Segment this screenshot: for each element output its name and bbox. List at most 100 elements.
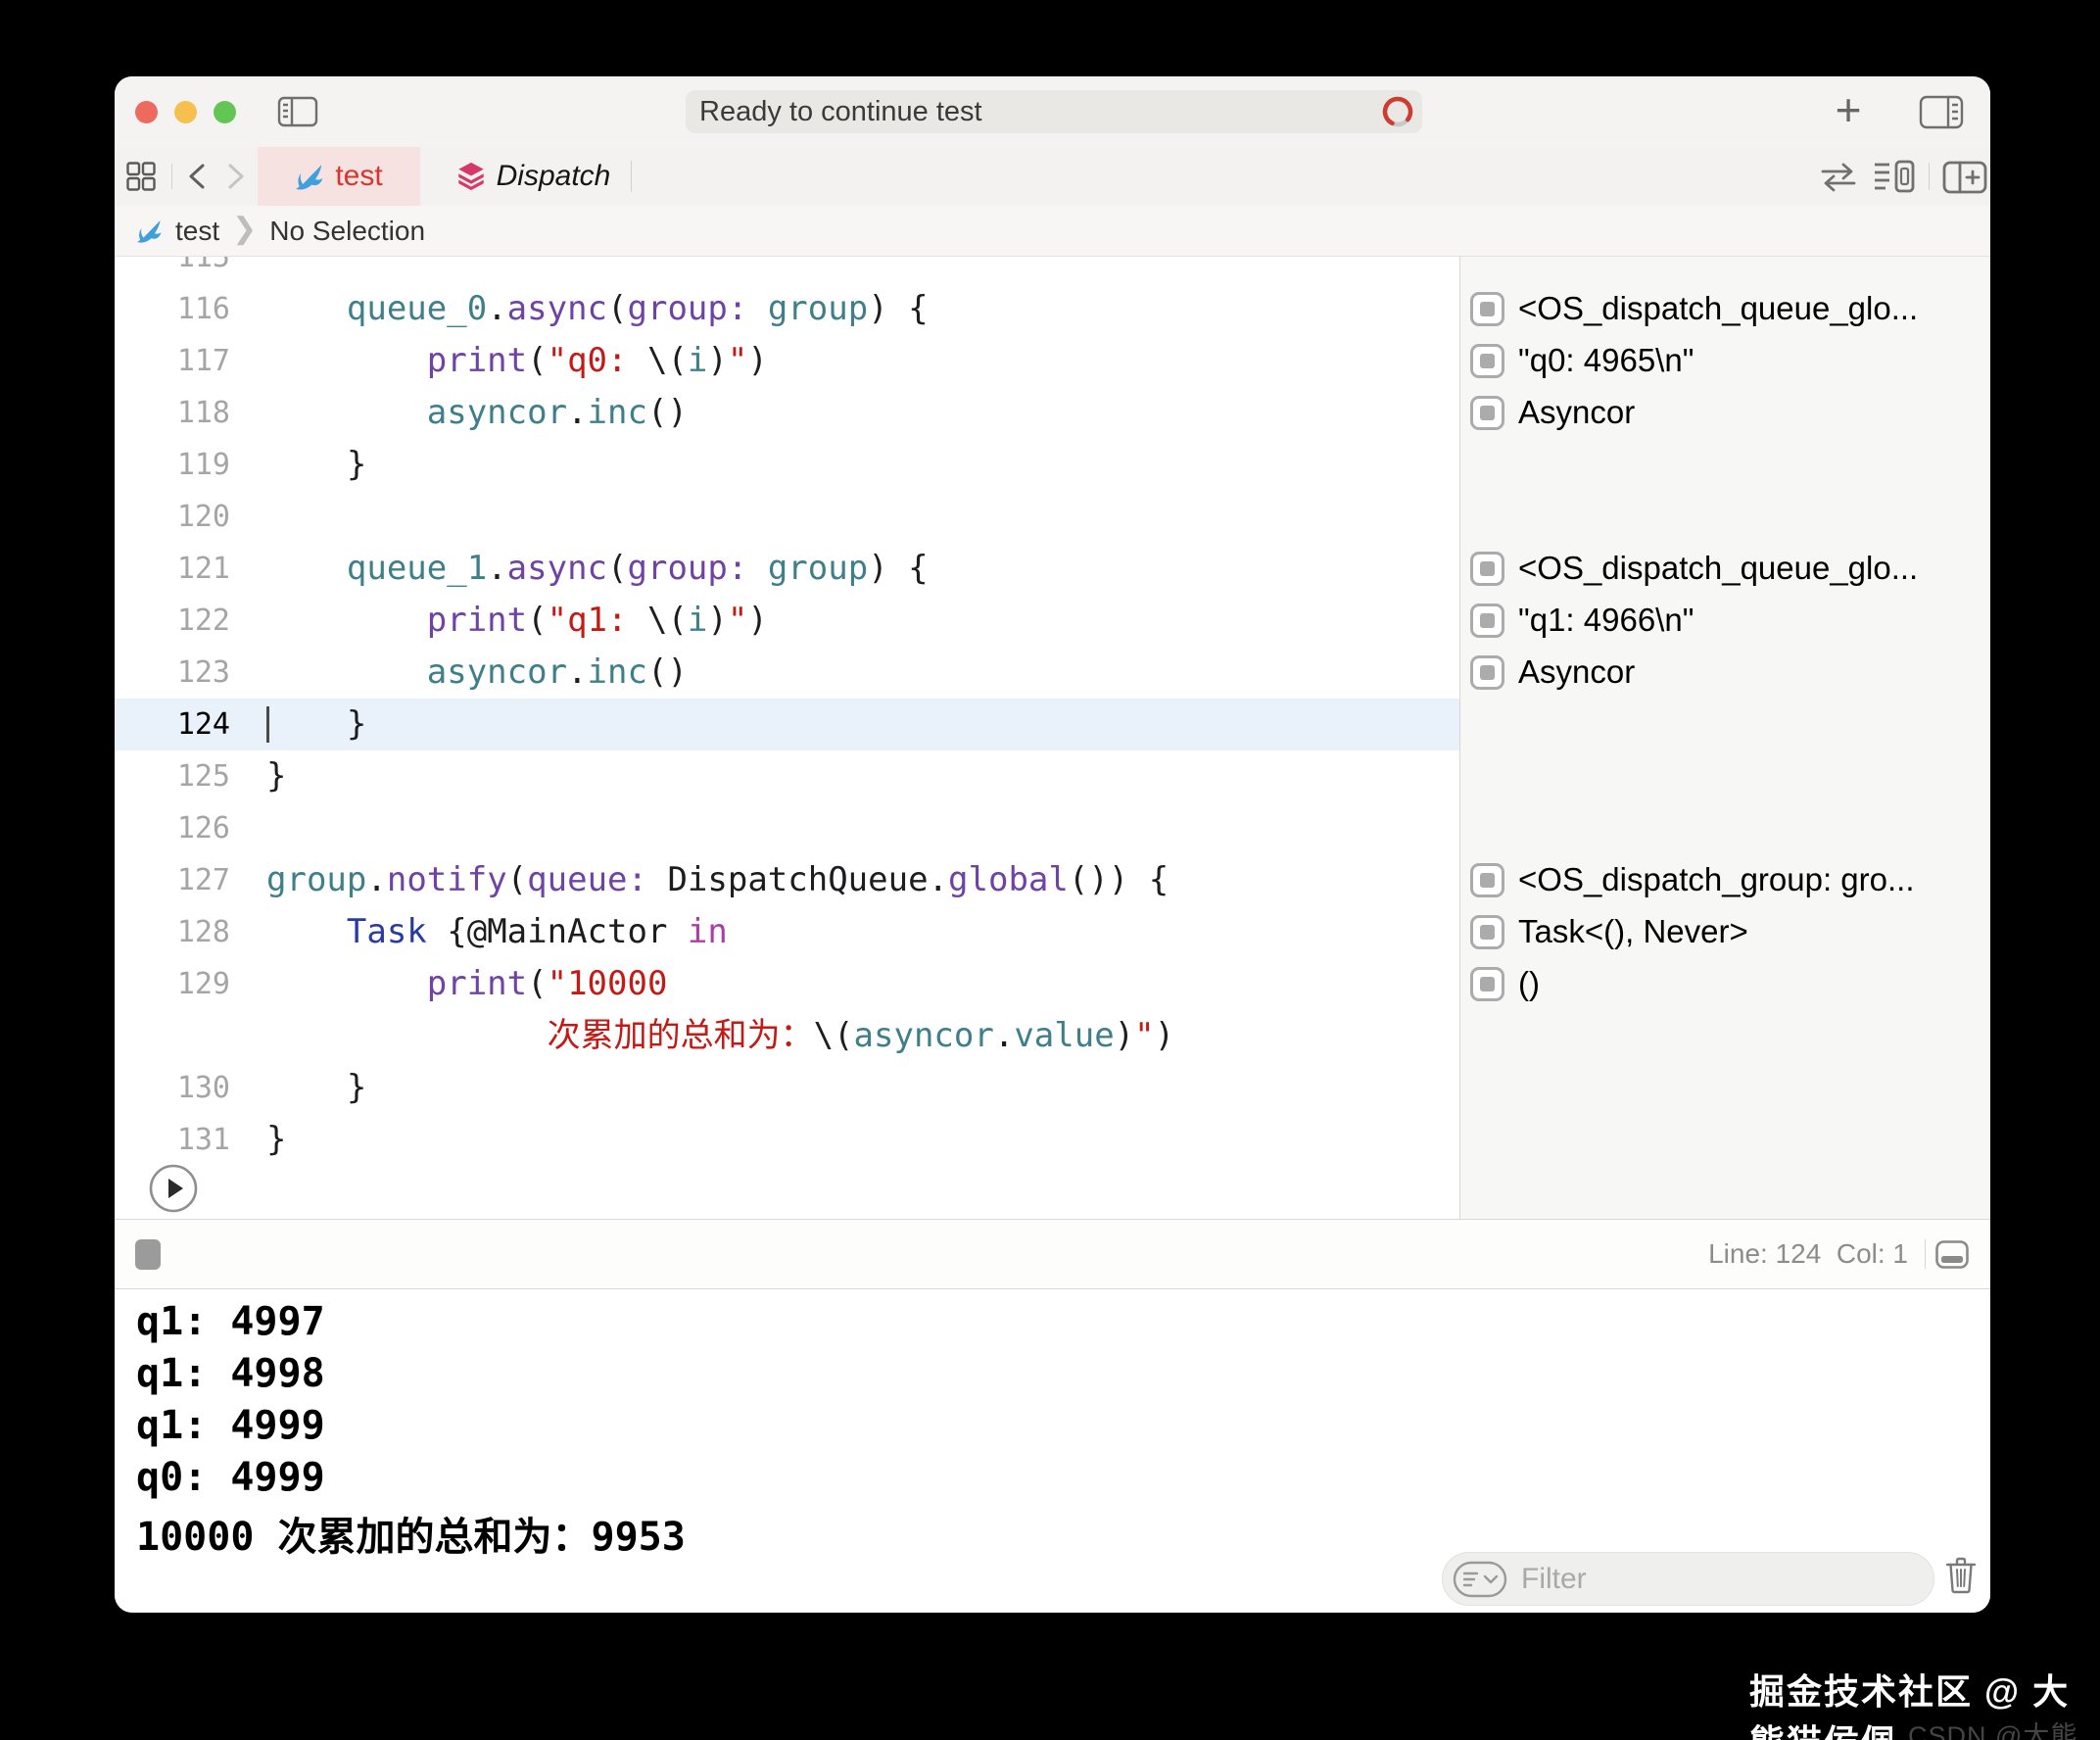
toggle-right-sidebar-icon[interactable]: [1919, 95, 1964, 130]
code-token: asyncor: [853, 1015, 994, 1055]
line-number[interactable]: 125: [115, 750, 230, 802]
breadcrumb-selection[interactable]: No Selection: [269, 216, 425, 247]
code-line[interactable]: 130 }: [115, 1062, 1459, 1114]
code-text: print("q1: \(i)"): [266, 595, 768, 647]
screenshot-canvas: Ready to continue test + test Dispatch t…: [0, 0, 2100, 1740]
line-number[interactable]: 124: [115, 699, 230, 750]
console-filter-field[interactable]: [1442, 1552, 1934, 1606]
show-result-button[interactable]: [1470, 395, 1504, 430]
code-line[interactable]: 119 }: [115, 439, 1459, 491]
line-number[interactable]: 127: [115, 854, 230, 906]
code-line[interactable]: 117 print("q0: \(i)"): [115, 335, 1459, 387]
code-token: \(: [646, 340, 688, 380]
go-back-icon[interactable]: [185, 163, 211, 190]
add-editor-icon[interactable]: [1942, 161, 1987, 194]
minimize-window-button[interactable]: [174, 101, 197, 123]
show-result-button[interactable]: [1470, 862, 1504, 897]
code-text: Task {@MainActor in: [266, 906, 728, 958]
code-token: (): [646, 652, 688, 692]
close-window-button[interactable]: [135, 101, 158, 123]
line-number[interactable]: 128: [115, 906, 230, 958]
stop-execution-icon[interactable]: [135, 1239, 161, 1270]
zoom-window-button[interactable]: [214, 101, 236, 123]
code-token: group: [266, 859, 367, 899]
toggle-left-sidebar-icon[interactable]: [277, 96, 318, 127]
tab-dispatch[interactable]: Dispatch: [438, 147, 629, 206]
code-line[interactable]: 127 group.notify(queue: DispatchQueue.glo…: [115, 854, 1459, 906]
code-token: .: [487, 548, 507, 588]
code-text: asyncor.inc(): [266, 387, 688, 439]
line-number[interactable]: 116: [115, 283, 230, 335]
code-token: "q0:: [547, 340, 647, 380]
code-token: ): [747, 340, 768, 380]
line-number[interactable]: 123: [115, 647, 230, 699]
line-number[interactable]: 115: [115, 257, 230, 283]
code-line[interactable]: 128 Task {@MainActor in: [115, 906, 1459, 958]
code-token: group:: [627, 288, 748, 328]
code-token: queue:: [527, 859, 647, 899]
line-number[interactable]: 122: [115, 595, 230, 647]
swap-editors-icon[interactable]: [1819, 162, 1858, 193]
playground-run-button[interactable]: [148, 1163, 199, 1214]
code-token: group:: [627, 548, 748, 588]
line-number[interactable]: 117: [115, 335, 230, 387]
tab-bar: test Dispatch: [115, 147, 1990, 207]
line-number[interactable]: 118: [115, 387, 230, 439]
code-line[interactable]: 122 print("q1: \(i)"): [115, 595, 1459, 647]
code-text: group.notify(queue: DispatchQueue.global…: [266, 854, 1169, 906]
hide-debug-area-icon[interactable]: [1935, 1240, 1969, 1269]
code-line[interactable]: 116 queue_0.async(group: group) {: [115, 283, 1459, 335]
code-line[interactable]: 118 asyncor.inc(): [115, 387, 1459, 439]
code-line[interactable]: 131}: [115, 1114, 1459, 1166]
show-result-button[interactable]: [1470, 654, 1504, 690]
line-number[interactable]: 120: [115, 491, 230, 543]
clear-console-icon[interactable]: [1944, 1556, 1978, 1595]
code-token: (: [506, 859, 528, 899]
tab-overview-icon[interactable]: [126, 162, 156, 191]
code-text: 次累加的总和为：\(asyncor.value)"): [266, 1010, 1175, 1062]
code-line[interactable]: 120: [115, 491, 1459, 543]
line-number[interactable]: 129: [115, 958, 230, 1010]
show-result-button[interactable]: [1470, 603, 1504, 638]
show-result-button[interactable]: [1470, 551, 1504, 586]
show-result-button[interactable]: [1470, 343, 1504, 378]
tab-test[interactable]: test: [258, 147, 420, 206]
go-forward-icon[interactable]: [222, 163, 248, 190]
new-tab-button[interactable]: +: [1827, 84, 1870, 135]
code-line[interactable]: 124 }: [115, 698, 1459, 750]
show-result-button[interactable]: [1470, 291, 1504, 326]
code-token: DispatchQueue.: [646, 859, 949, 899]
code-line[interactable]: 121 queue_1.async(group: group) {: [115, 543, 1459, 595]
line-number[interactable]: 121: [115, 543, 230, 595]
code-line[interactable]: 次累加的总和为：\(asyncor.value)"): [115, 1010, 1459, 1062]
line-number[interactable]: 119: [115, 439, 230, 491]
code-token: }: [266, 1119, 287, 1159]
code-line[interactable]: 125}: [115, 750, 1459, 802]
debug-console: q1: 4997 q1: 4998 q1: 4999 q0: 4999 10000 次累…: [115, 1289, 1990, 1613]
show-result-button[interactable]: [1470, 914, 1504, 949]
editor-options-icon[interactable]: [1874, 160, 1915, 193]
tabbar-separator: [631, 161, 632, 192]
show-result-button[interactable]: [1470, 966, 1504, 1001]
code-editor[interactable]: 115 116 queue_0.async(group: group) {117 …: [115, 257, 1459, 1219]
line-number[interactable]: 126: [115, 802, 230, 854]
breadcrumb-file[interactable]: test: [175, 216, 219, 247]
code-line[interactable]: 129 print("10000: [115, 958, 1459, 1010]
result-value: Task<(), Never>: [1518, 913, 1748, 949]
code-token: ): [707, 600, 728, 640]
result-value: "q1: 4966\n": [1518, 602, 1694, 638]
main-area: 115 116 queue_0.async(group: group) {117 …: [115, 257, 1990, 1219]
code-line[interactable]: 115: [115, 257, 1459, 283]
filter-input[interactable]: [1519, 1561, 1895, 1597]
code-line[interactable]: 126: [115, 802, 1459, 854]
code-text: print("10000: [266, 958, 668, 1010]
code-token: (): [646, 392, 688, 432]
line-number[interactable]: 131: [115, 1114, 230, 1166]
code-line[interactable]: 123 asyncor.inc(): [115, 647, 1459, 699]
line-number[interactable]: 130: [115, 1062, 230, 1114]
